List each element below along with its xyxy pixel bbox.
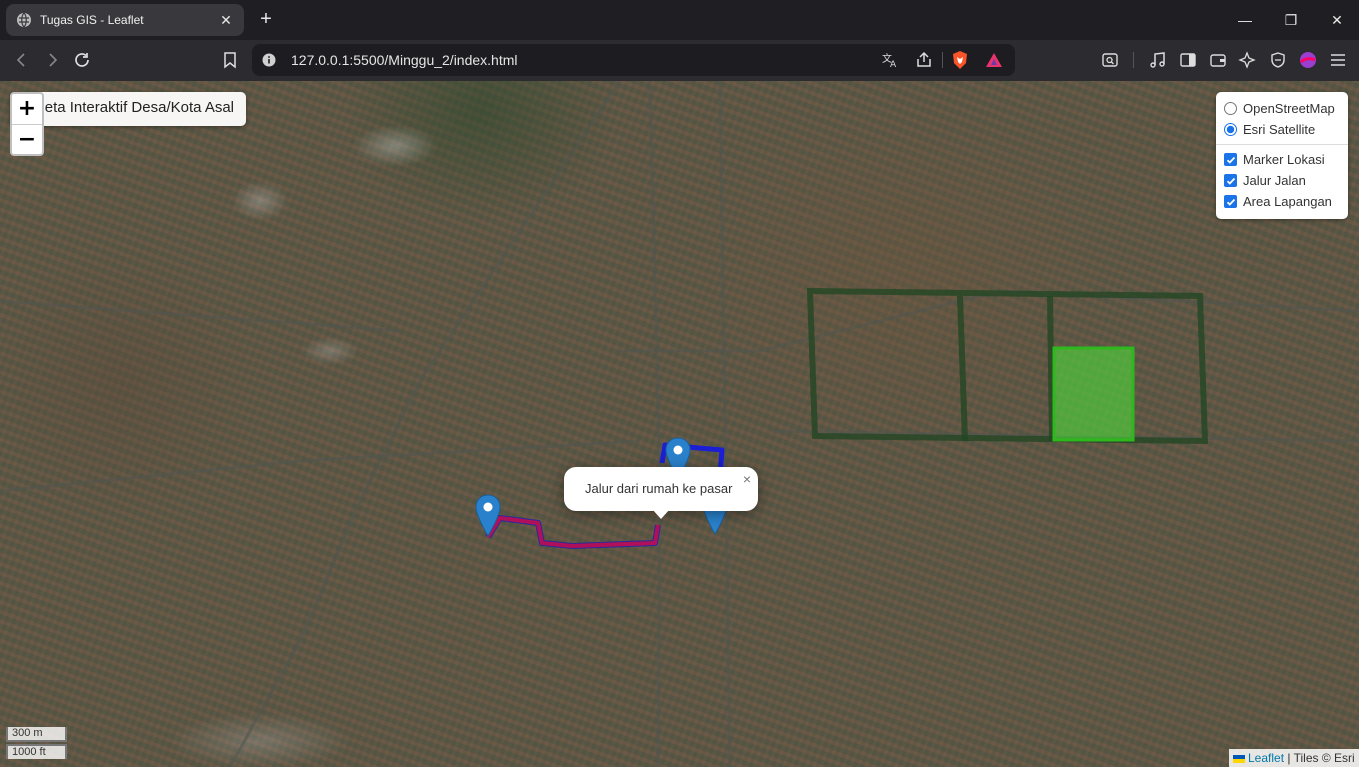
overlay-area-lapangan[interactable]: Area Lapangan xyxy=(1224,191,1340,212)
profile-button[interactable] xyxy=(1296,48,1320,72)
sidebar-icon xyxy=(1180,53,1196,67)
leo-ai-button[interactable] xyxy=(1235,48,1259,72)
avatar xyxy=(1299,52,1316,68)
base-layer-label: Esri Satellite xyxy=(1243,122,1316,137)
checkbox-area-lapangan[interactable] xyxy=(1224,195,1237,208)
checkbox-jalur-jalan[interactable] xyxy=(1224,174,1237,187)
attribution: Leaflet | Tiles © Esri xyxy=(1229,749,1359,767)
close-window-button[interactable]: ✕ xyxy=(1325,8,1349,32)
map-canvas[interactable]: Peta Interaktif Desa/Kota Asal + − OpenS… xyxy=(0,81,1359,767)
media-button[interactable] xyxy=(1146,48,1170,72)
svg-text:A: A xyxy=(890,60,897,69)
url-text: 127.0.0.1:5500/Minggu_2/index.html xyxy=(291,52,518,68)
popup-close-icon[interactable]: × xyxy=(743,471,751,487)
bookmark-icon xyxy=(224,52,236,69)
restore-button[interactable]: ❐ xyxy=(1279,8,1303,32)
brave-rewards-icon[interactable] xyxy=(985,51,1003,69)
scale-imperial: 1000 ft xyxy=(6,744,67,759)
shield-icon xyxy=(1271,52,1285,68)
new-tab-button[interactable]: + xyxy=(256,8,276,32)
radio-osm[interactable] xyxy=(1224,102,1237,115)
zoom-control: + − xyxy=(10,92,44,156)
tab-bar: Tugas GIS - Leaflet ✕ + — ❐ ✕ xyxy=(0,0,1359,40)
reload-button[interactable] xyxy=(70,48,94,72)
minimize-button[interactable]: — xyxy=(1233,8,1257,32)
overlay-label: Marker Lokasi xyxy=(1243,152,1325,167)
attribution-text: | Tiles © Esri xyxy=(1284,751,1355,765)
address-bar[interactable]: 127.0.0.1:5500/Minggu_2/index.html 文A xyxy=(252,44,1015,76)
layer-control: OpenStreetMap Esri Satellite Marker Loka… xyxy=(1216,92,1348,219)
layer-divider xyxy=(1216,144,1348,145)
zoom-in-button[interactable]: + xyxy=(12,94,42,124)
map-title: Peta Interaktif Desa/Kota Asal xyxy=(10,92,246,126)
popup-text: Jalur dari rumah ke pasar xyxy=(585,481,733,496)
browser-tab[interactable]: Tugas GIS - Leaflet ✕ xyxy=(6,4,244,36)
sidebar-search-button[interactable] xyxy=(1098,48,1122,72)
back-button[interactable] xyxy=(10,48,34,72)
close-tab-icon[interactable]: ✕ xyxy=(216,12,236,29)
translate-icon[interactable]: 文A xyxy=(881,51,899,69)
music-icon xyxy=(1150,52,1165,68)
brave-shield-icon[interactable] xyxy=(951,50,969,70)
base-layer-osm[interactable]: OpenStreetMap xyxy=(1224,98,1340,119)
sidebar-toggle-button[interactable] xyxy=(1176,48,1200,72)
menu-button[interactable] xyxy=(1326,48,1350,72)
vpn-button[interactable] xyxy=(1266,48,1290,72)
hamburger-icon xyxy=(1331,54,1345,66)
route-red-polyline[interactable] xyxy=(485,515,661,549)
base-layer-label: OpenStreetMap xyxy=(1243,101,1335,116)
info-icon[interactable] xyxy=(262,53,276,67)
tab-title: Tugas GIS - Leaflet xyxy=(40,13,144,27)
check-icon xyxy=(1226,156,1235,164)
area-lapangan-polygon[interactable] xyxy=(1052,346,1135,442)
leaflet-link[interactable]: Leaflet xyxy=(1248,751,1284,765)
bookmark-button[interactable] xyxy=(218,48,242,72)
chevron-right-icon xyxy=(49,53,58,67)
nav-bar: 127.0.0.1:5500/Minggu_2/index.html 文A xyxy=(0,40,1359,81)
checkbox-marker-lokasi[interactable] xyxy=(1224,153,1237,166)
check-icon xyxy=(1226,177,1235,185)
location-marker-icon[interactable] xyxy=(475,494,501,537)
check-icon xyxy=(1226,198,1235,206)
globe-icon xyxy=(17,12,31,28)
scale-metric: 300 m xyxy=(6,727,67,742)
ukraine-flag-icon xyxy=(1233,754,1245,763)
search-icon xyxy=(1102,53,1118,67)
popup-tip xyxy=(652,509,670,519)
overlay-jalur-jalan[interactable]: Jalur Jalan xyxy=(1224,170,1340,191)
forward-button[interactable] xyxy=(40,48,64,72)
map-overlays xyxy=(0,81,1359,767)
zoom-out-button[interactable]: − xyxy=(12,124,42,154)
overlay-marker-lokasi[interactable]: Marker Lokasi xyxy=(1224,149,1340,170)
base-layer-esri[interactable]: Esri Satellite xyxy=(1224,119,1340,140)
reload-icon xyxy=(75,53,89,67)
wallet-icon xyxy=(1210,54,1226,67)
radio-esri[interactable] xyxy=(1224,123,1237,136)
overlay-label: Jalur Jalan xyxy=(1243,173,1306,188)
chevron-left-icon xyxy=(16,53,25,67)
sparkle-icon xyxy=(1238,51,1256,69)
wallet-button[interactable] xyxy=(1206,48,1230,72)
route-popup: Jalur dari rumah ke pasar × xyxy=(564,467,758,519)
overlay-label: Area Lapangan xyxy=(1243,194,1332,209)
share-icon[interactable] xyxy=(915,51,933,69)
